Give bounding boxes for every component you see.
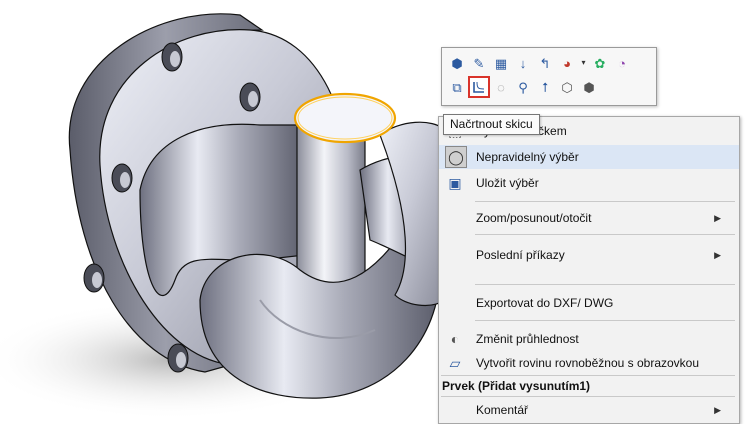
menu-section-header: Prvek (Přidat vysunutím1) [442,379,591,393]
context-toolbar-row: ⧉ ◌ ⚲ ⭡ ⬡ ⬢ [447,76,599,99]
menu-item-lasso-selection[interactable]: ◯ Nepravidelný výběr [439,145,739,169]
menu-separator [475,234,735,235]
normal-to-icon[interactable]: ⭡ [535,77,555,97]
menu-item-plane-parallel-to-screen[interactable]: ▱ Vytvořit rovinu rovnoběžnou s obrazovk… [439,351,739,375]
menu-separator [475,201,735,202]
submenu-arrow-icon: ▶ [714,404,721,415]
appearance-dropdown-icon[interactable]: ▾ [579,53,588,73]
menu-separator [475,284,735,285]
menu-item-save-selection[interactable]: ▣ Uložit výběr [439,171,739,195]
rollback-icon[interactable]: ↓ [513,53,533,73]
view-cube-icon[interactable]: ⬢ [579,77,599,97]
menu-item-export-dxf-dwg[interactable]: Exportovat do DXF/ DWG [439,291,739,315]
select-other-icon[interactable]: ⧉ [447,77,467,97]
tooltip: Načrtnout skicu [443,114,540,135]
menu-item-recent-commands[interactable]: Poslední příkazy ▶ [439,243,739,267]
context-menu: ⬚ Výběr rámečkem ◯ Nepravidelný výběr ▣ … [438,116,740,424]
color-palette-icon[interactable]: ✿ [590,53,610,73]
submenu-arrow-icon: ▶ [714,212,721,223]
view-orientation-icon[interactable]: ⬢ [447,53,467,73]
hide-show-icon[interactable]: ◌ [491,77,511,97]
display-states-icon[interactable]: ◔ [612,53,632,73]
menu-separator [441,375,735,376]
plane-icon: ▱ [449,354,461,371]
transparency-icon: ◐ [450,331,460,347]
isometric-view-icon[interactable]: ⬡ [557,77,577,97]
sketch-icon[interactable] [468,76,490,98]
lasso-icon: ◯ [445,146,467,168]
menu-item-zoom-pan-rotate[interactable]: Zoom/posunout/otočit ▶ [439,206,739,230]
sketch-glyph [473,81,485,93]
riser-pipe [296,119,366,300]
edit-feature-icon[interactable]: ▦ [491,53,511,73]
menu-item-change-transparency[interactable]: ◐ Změnit průhlednost [439,327,739,351]
context-toolbar: ⬢ ✎ ▦ ↓ ↰ ◕ ▾ ✿ ◔ ⧉ ◌ ⚲ ⭡ ⬡ ⬢ [441,47,657,106]
menu-item-comment[interactable]: Komentář ▶ [439,398,739,422]
menu-separator [441,396,735,397]
submenu-arrow-icon: ▶ [714,249,721,260]
zoom-selection-icon[interactable]: ⚲ [513,77,533,97]
context-toolbar-row: ⬢ ✎ ▦ ↓ ↰ ◕ ▾ ✿ ◔ [447,53,632,75]
edit-sketch-icon[interactable]: ✎ [469,53,489,73]
selected-circular-edge [293,92,397,144]
menu-separator [475,320,735,321]
parent-child-icon[interactable]: ↰ [535,53,555,73]
save-selection-icon: ▣ [448,174,462,191]
appearance-icon[interactable]: ◕ [557,53,577,73]
